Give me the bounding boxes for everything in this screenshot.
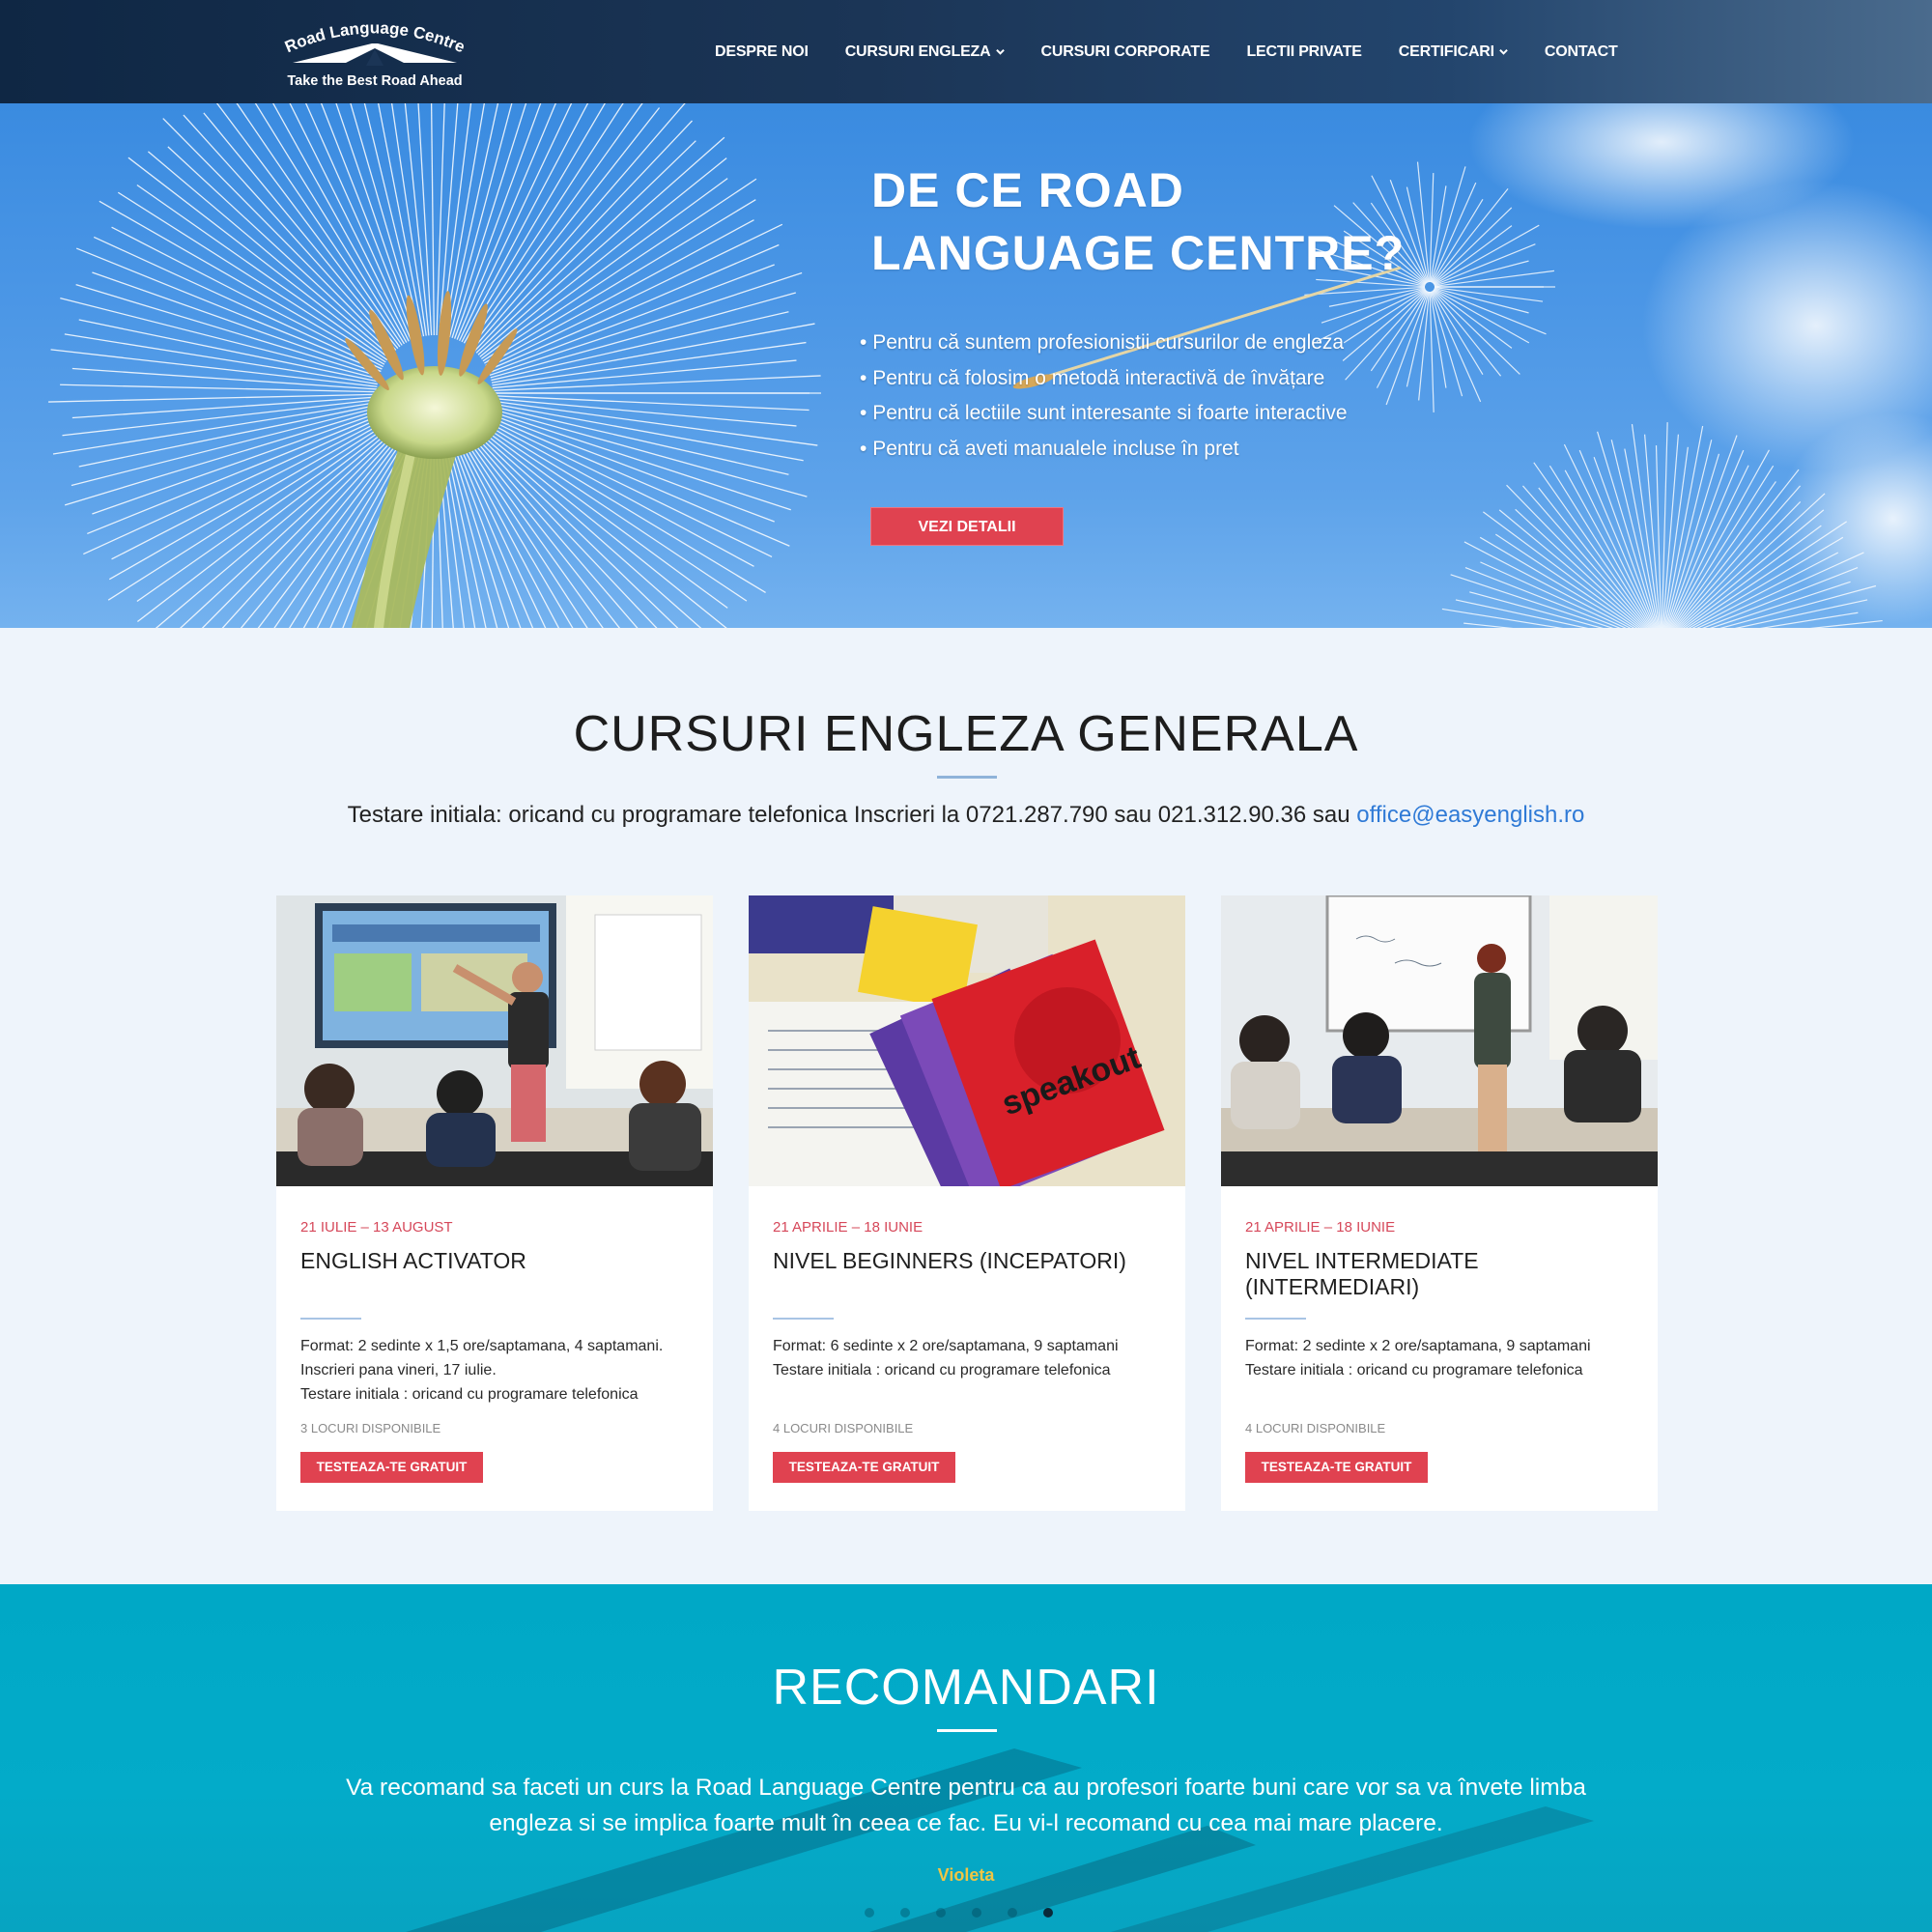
course-date: 21 IULIE – 13 AUGUST xyxy=(300,1219,453,1236)
course-title[interactable]: ENGLISH ACTIVATOR xyxy=(300,1248,526,1274)
nav-contact[interactable]: CONTACT xyxy=(1545,43,1618,61)
carousel-dot[interactable] xyxy=(865,1908,874,1918)
nav-despre-noi[interactable]: DESPRE NOI xyxy=(715,43,809,61)
logo-tagline: Take the Best Road Ahead xyxy=(287,73,462,89)
testimonial-quote: Va recomand sa faceti un curs la Road La… xyxy=(346,1775,1586,1836)
course-date: 21 APRILIE – 18 IUNIE xyxy=(1245,1219,1396,1236)
course-title[interactable]: NIVEL BEGINNERS (INCEPATORI) xyxy=(773,1248,1126,1274)
free-test-button[interactable]: TESTEAZA-TE GRATUIT xyxy=(1245,1452,1428,1483)
classroom-photo xyxy=(276,895,713,1186)
course-date: 21 APRILIE – 18 IUNIE xyxy=(773,1219,923,1236)
courses-contact-info: Testare initiala: oricand cu programare … xyxy=(347,802,1585,828)
chevron-down-icon xyxy=(995,47,1005,56)
recommendations-section: RECOMANDARI Va recomand sa faceti un cur… xyxy=(0,1584,1932,1932)
hero-benefit-item: Pentru că suntem profesionistii cursuril… xyxy=(860,326,1348,361)
free-test-button[interactable]: TESTEAZA-TE GRATUIT xyxy=(300,1452,483,1483)
course-description: Format: 2 sedinte x 1,5 ore/saptamana, 4… xyxy=(300,1338,664,1403)
carousel-dot[interactable] xyxy=(936,1908,946,1918)
course-title[interactable]: NIVEL INTERMEDIATE (INTERMEDIARI) xyxy=(1245,1248,1658,1300)
course-card: speakout 21 APRILIE – 18 IUNIE NIVEL BEG… xyxy=(749,895,1185,1511)
available-seats: 4 LOCURI DISPONIBILE xyxy=(773,1421,914,1435)
card-divider xyxy=(1245,1318,1306,1320)
nav-certificari[interactable]: CERTIFICARI xyxy=(1399,43,1508,61)
site-header: Road Language Centre Take the Best Road … xyxy=(0,0,1932,103)
available-seats: 3 LOCURI DISPONIBILE xyxy=(300,1421,441,1435)
nav-cursuri-engleza[interactable]: CURSURI ENGLEZA xyxy=(845,43,1005,61)
hero-benefit-item: Pentru că lectiile sunt interesante si f… xyxy=(860,396,1347,432)
nav-lectii-private[interactable]: LECTII PRIVATE xyxy=(1246,43,1361,61)
books-photo: speakout xyxy=(749,895,1185,1186)
title-divider xyxy=(937,776,997,779)
contact-email-link[interactable]: office@easyenglish.ro xyxy=(1356,802,1584,828)
available-seats: 4 LOCURI DISPONIBILE xyxy=(1245,1421,1386,1435)
hero-banner: DE CE ROAD LANGUAGE CENTRE? Pentru că su… xyxy=(0,103,1932,628)
classroom-photo xyxy=(1221,895,1658,1186)
hero-title: DE CE ROAD LANGUAGE CENTRE? xyxy=(871,163,1406,280)
courses-section-title: CURSURI ENGLEZA GENERALA xyxy=(573,706,1359,762)
card-divider xyxy=(300,1318,361,1320)
course-card: 21 APRILIE – 18 IUNIE NIVEL INTERMEDIATE… xyxy=(1221,895,1658,1511)
hero-benefits-list: Pentru că suntem profesionistii cursuril… xyxy=(860,326,1348,468)
nav-cursuri-corporate[interactable]: CURSURI CORPORATE xyxy=(1041,43,1210,61)
road-logo-icon: Road Language Centre Take the Best Road … xyxy=(282,18,468,89)
vezi-detalii-button[interactable]: VEZI DETALII xyxy=(870,507,1064,546)
hero-benefit-item: Pentru că aveti manualele incluse în pre… xyxy=(860,432,1348,468)
course-description: Format: 2 sedinte x 2 ore/saptamana, 9 s… xyxy=(1245,1338,1591,1378)
carousel-dot[interactable] xyxy=(900,1908,910,1918)
site-logo[interactable]: Road Language Centre Take the Best Road … xyxy=(273,8,476,95)
carousel-dot[interactable] xyxy=(972,1908,981,1918)
title-divider xyxy=(937,1729,997,1732)
card-divider xyxy=(773,1318,834,1320)
main-nav: DESPRE NOI CURSURI ENGLEZA CURSURI CORPO… xyxy=(715,0,1655,103)
testimonial-author: Violeta xyxy=(937,1865,995,1885)
carousel-dot-active[interactable] xyxy=(1043,1908,1053,1918)
carousel-dots xyxy=(865,1908,1079,1918)
carousel-dot[interactable] xyxy=(1008,1908,1017,1918)
courses-section: CURSURI ENGLEZA GENERALA Testare initial… xyxy=(0,628,1932,1584)
free-test-button[interactable]: TESTEAZA-TE GRATUIT xyxy=(773,1452,955,1483)
chevron-down-icon xyxy=(1499,47,1508,56)
course-description: Format: 6 sedinte x 2 ore/saptamana, 9 s… xyxy=(773,1338,1119,1378)
recommendations-title: RECOMANDARI xyxy=(772,1660,1160,1716)
course-card: 21 IULIE – 13 AUGUST ENGLISH ACTIVATOR F… xyxy=(276,895,713,1511)
hero-benefit-item: Pentru că folosim o metodă interactivă d… xyxy=(860,361,1348,397)
